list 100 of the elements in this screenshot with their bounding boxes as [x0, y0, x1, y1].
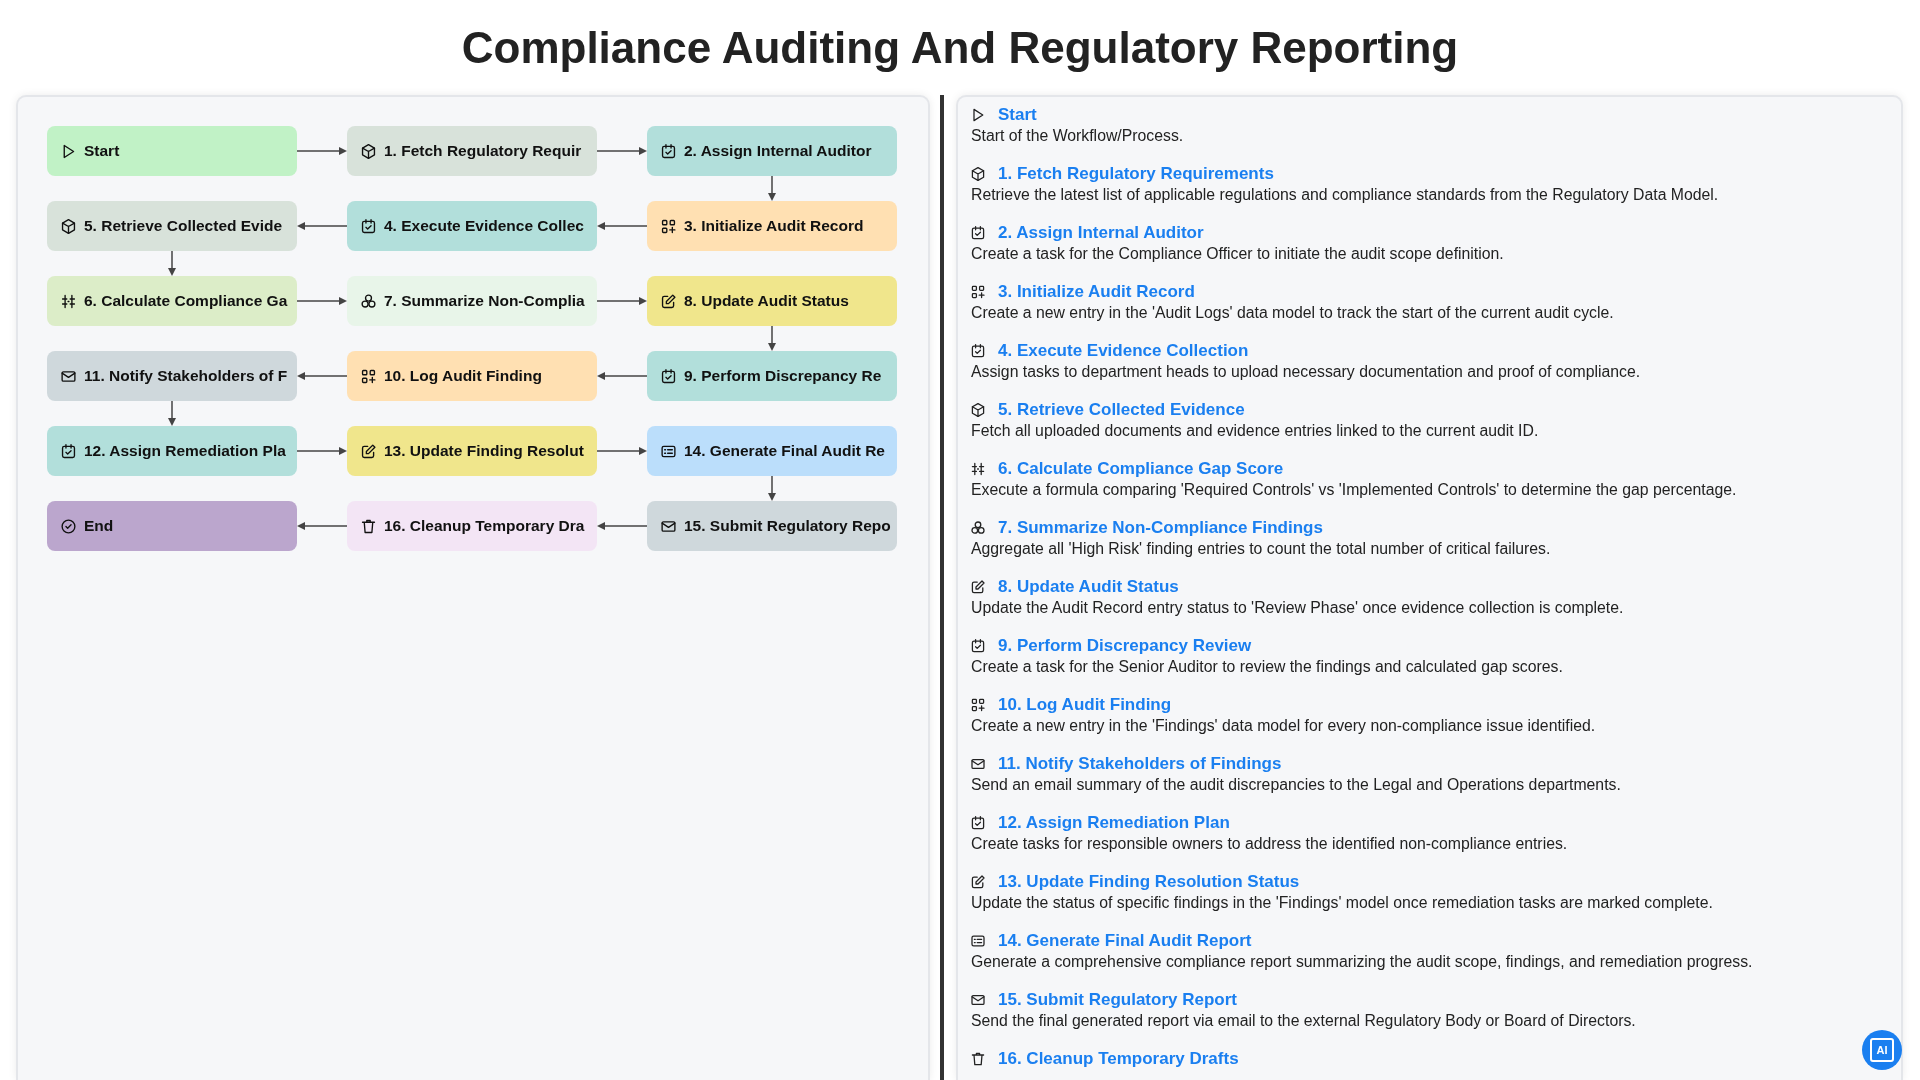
flow-node[interactable]: End	[47, 501, 297, 551]
edit-icon	[970, 579, 986, 595]
arrow	[767, 176, 777, 201]
arrow	[767, 476, 777, 501]
step-title[interactable]: 1. Fetch Regulatory Requirements	[998, 164, 1274, 184]
cube-icon	[970, 166, 986, 182]
step-title[interactable]: 8. Update Audit Status	[998, 577, 1179, 597]
step-title[interactable]: 9. Perform Discrepancy Review	[998, 636, 1252, 656]
flow-node[interactable]: 3. Initialize Audit Record	[647, 201, 897, 251]
calendar-check-icon	[60, 442, 77, 460]
cube-icon	[360, 142, 377, 160]
step-title[interactable]: 3. Initialize Audit Record	[998, 282, 1195, 302]
step-title[interactable]: 2. Assign Internal Auditor	[998, 223, 1204, 243]
arrow	[597, 446, 647, 456]
step-title[interactable]: 5. Retrieve Collected Evidence	[998, 400, 1245, 420]
step-description: Create a new entry in the 'Findings' data model for every non-compliance issue identified.	[971, 716, 1597, 736]
step-title[interactable]: 13. Update Finding Resolution Status	[998, 872, 1300, 892]
step-description: Generate a comprehensive compliance report summarizing the audit scope, findings, and remediation progress.	[971, 952, 1754, 972]
flow-node[interactable]: 7. Summarize Non-Complia	[347, 276, 597, 326]
calendar-check-icon	[970, 638, 986, 654]
arrow	[297, 521, 347, 531]
step-title[interactable]: Start	[998, 105, 1037, 125]
step-description: Update the Audit Record entry status to 'Review Phase' once evidence collection is complete.	[971, 598, 1625, 618]
flow-node[interactable]: 15. Submit Regulatory Repo	[647, 501, 897, 551]
grid-plus-icon	[660, 217, 677, 235]
envelope-icon	[970, 992, 986, 1008]
arrow	[597, 371, 647, 381]
step-title[interactable]: 10. Log Audit Finding	[998, 695, 1172, 715]
cube-icon	[60, 217, 77, 235]
flow-node[interactable]: 11. Notify Stakeholders of F	[47, 351, 297, 401]
edit-icon	[660, 292, 677, 310]
arrow	[597, 521, 647, 531]
flow-node[interactable]: Start	[47, 126, 297, 176]
flow-node[interactable]: 14. Generate Final Audit Re	[647, 426, 897, 476]
flow-node[interactable]: 4. Execute Evidence Collec	[347, 201, 597, 251]
cube-icon	[970, 402, 986, 418]
step-title[interactable]: 4. Execute Evidence Collection	[998, 341, 1249, 361]
flow-node[interactable]: 5. Retrieve Collected Evide	[47, 201, 297, 251]
step-title[interactable]: 14. Generate Final Audit Report	[998, 931, 1252, 951]
step-title[interactable]: 12. Assign Remediation Plan	[998, 813, 1230, 833]
flow-node[interactable]: 13. Update Finding Resolut	[347, 426, 597, 476]
arrow	[597, 296, 647, 306]
flow-node[interactable]: 2. Assign Internal Auditor	[647, 126, 897, 176]
arrow	[297, 446, 347, 456]
edit-icon	[970, 874, 986, 890]
step-description: Send the final generated report via email to the external Regulatory Body or Board of Directors.	[971, 1011, 1637, 1031]
arrow	[297, 221, 347, 231]
flow-node[interactable]: 16. Cleanup Temporary Dra	[347, 501, 597, 551]
flow-node[interactable]: 10. Log Audit Finding	[347, 351, 597, 401]
step-description: Update the status of specific findings in the 'Findings' model once remediation tasks are marked complete.	[971, 893, 1714, 913]
step-description: Retrieve the latest list of applicable regulations and compliance standards from the Regulatory Data Model.	[971, 185, 1720, 205]
calendar-check-icon	[660, 367, 677, 385]
step-description: Start of the Workflow/Process.	[971, 126, 1185, 146]
calendar-check-icon	[970, 815, 986, 831]
arrow	[297, 371, 347, 381]
flow-node[interactable]: 1. Fetch Regulatory Requir	[347, 126, 597, 176]
arrow	[597, 146, 647, 156]
trash-icon	[970, 1051, 986, 1067]
flow-node[interactable]: 9. Perform Discrepancy Re	[647, 351, 897, 401]
check-circle-icon	[60, 517, 77, 535]
step-description: Aggregate all 'High Risk' finding entries to count the total number of critical failures.	[971, 539, 1552, 559]
step-description: Create a new entry in the 'Audit Logs' data model to track the start of the current audit cycle.	[971, 303, 1615, 323]
calendar-check-icon	[970, 225, 986, 241]
envelope-icon	[970, 756, 986, 772]
step-title[interactable]: 7. Summarize Non-Compliance Findings	[998, 518, 1323, 538]
step-description: Fetch all uploaded documents and evidence entries linked to the current audit ID.	[971, 421, 1540, 441]
grid-plus-icon	[360, 367, 377, 385]
hash-icon	[60, 292, 77, 310]
arrow	[767, 326, 777, 351]
step-description: Send an email summary of the audit discrepancies to the Legal and Operations departments.	[971, 775, 1622, 795]
flow-node[interactable]: 6. Calculate Compliance Ga	[47, 276, 297, 326]
step-description: Execute a formula comparing 'Required Controls' vs 'Implemented Controls' to determine the gap percentage.	[971, 480, 1738, 500]
three-circles-icon	[970, 520, 986, 536]
calendar-check-icon	[360, 217, 377, 235]
edit-icon	[360, 442, 377, 460]
arrow	[167, 251, 177, 276]
arrow	[597, 221, 647, 231]
flow-node[interactable]: 8. Update Audit Status	[647, 276, 897, 326]
grid-plus-icon	[970, 284, 986, 300]
three-circles-icon	[360, 292, 377, 310]
step-description: Assign tasks to department heads to upload necessary documentation and proof of compliance.	[971, 362, 1642, 382]
list-icon	[970, 933, 986, 949]
arrow	[297, 296, 347, 306]
step-title[interactable]: 16. Cleanup Temporary Drafts	[998, 1049, 1239, 1069]
flow-node[interactable]: 12. Assign Remediation Pla	[47, 426, 297, 476]
step-title[interactable]: 11. Notify Stakeholders of Findings	[998, 754, 1282, 774]
grid-plus-icon	[970, 697, 986, 713]
arrow	[167, 401, 177, 426]
calendar-check-icon	[660, 142, 677, 160]
arrow	[297, 146, 347, 156]
play-icon	[970, 107, 986, 123]
hash-icon	[970, 461, 986, 477]
calendar-check-icon	[970, 343, 986, 359]
step-description: Create tasks for responsible owners to address the identified non-compliance entries.	[971, 834, 1569, 854]
step-title[interactable]: 15. Submit Regulatory Report	[998, 990, 1237, 1010]
step-description: Create a task for the Compliance Officer to initiate the audit scope definition.	[971, 244, 1505, 264]
step-description: Create a task for the Senior Auditor to review the findings and calculated gap scores.	[971, 657, 1564, 677]
page-title: Compliance Auditing And Regulatory Reporting	[461, 22, 1459, 73]
trash-icon	[360, 517, 377, 535]
step-title[interactable]: 6. Calculate Compliance Gap Score	[998, 459, 1284, 479]
